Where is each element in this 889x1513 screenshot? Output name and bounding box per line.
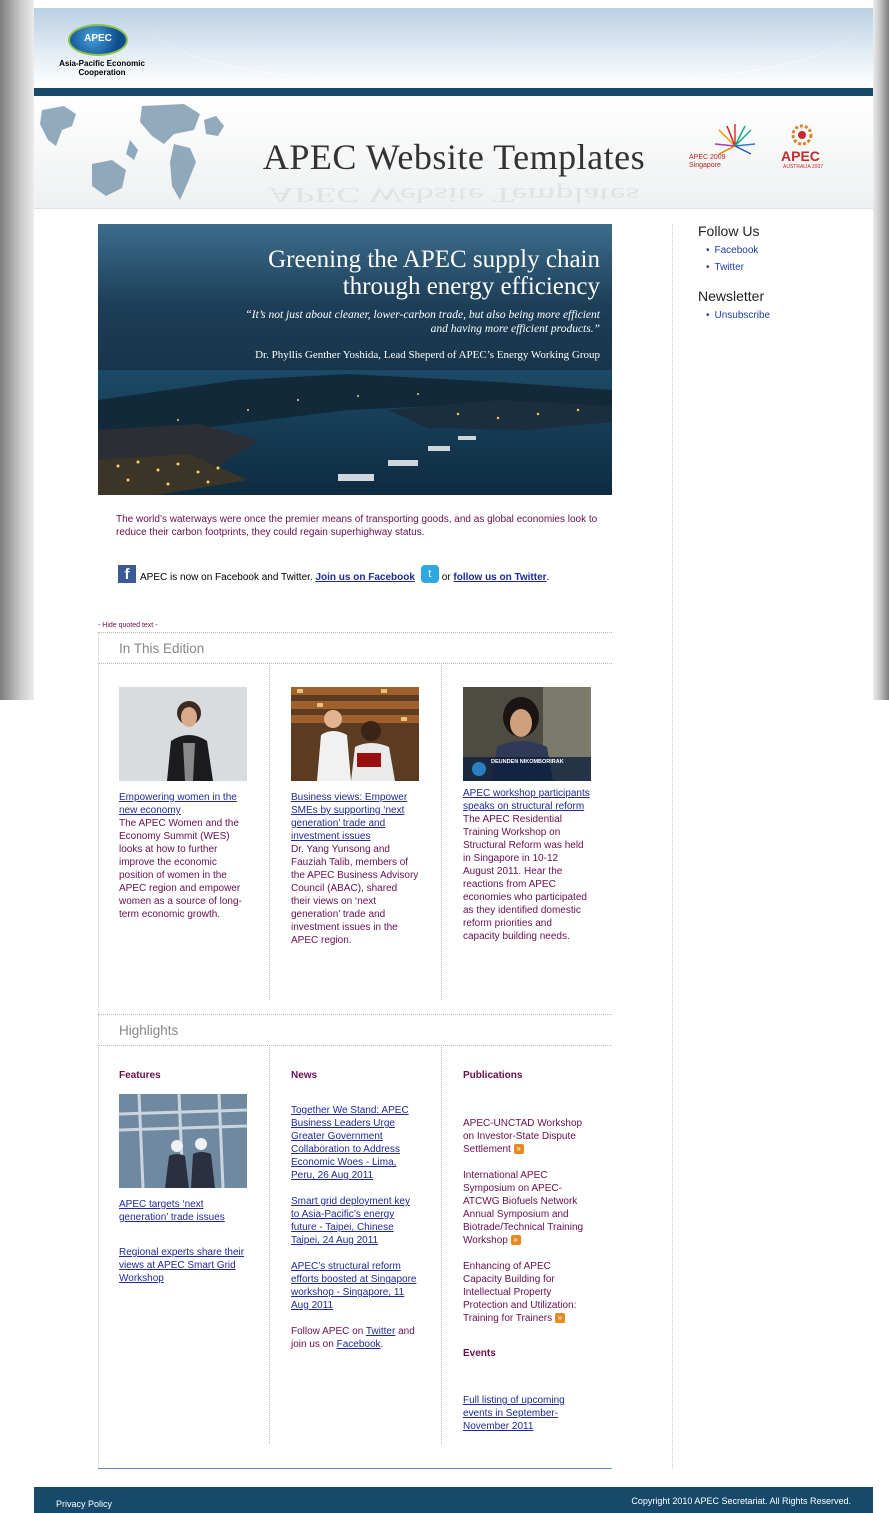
- banner-title: APEC Website Templates: [262, 137, 646, 177]
- publications-heading: Publications: [463, 1070, 523, 1081]
- features-heading: Features: [119, 1070, 161, 1081]
- sidebar-twitter-link[interactable]: Twitter: [706, 259, 868, 276]
- news-heading: News: [291, 1070, 318, 1081]
- edition-item-3-text: The APEC Residential Training Workshop o…: [463, 814, 587, 942]
- follow-us-heading: Follow Us: [698, 223, 760, 239]
- hero-banner[interactable]: Greening the APEC supply chain through en…: [98, 224, 612, 495]
- firework-icon: [714, 124, 756, 155]
- features-column: Features APEC targets ‘next generation’ …: [118, 1069, 248, 1285]
- news-twitter-link[interactable]: Twitter: [366, 1326, 395, 1337]
- news-link-2[interactable]: Smart grid deployment key to Asia-Pacifi…: [291, 1195, 419, 1247]
- flower-icon: [791, 124, 813, 146]
- sidebar-facebook-link[interactable]: Facebook: [706, 242, 868, 259]
- banner: APEC Website Templates APEC Website Temp…: [34, 96, 873, 209]
- download-arrow-icon[interactable]: »: [554, 1313, 565, 1324]
- news-facebook-link[interactable]: Facebook: [337, 1339, 381, 1350]
- publications-column: Publications APEC-UNCTAD Workshop on Inv…: [463, 1069, 591, 1433]
- edition-heading: In This Edition: [98, 632, 612, 664]
- apec-singapore-logo: APEC 2009 Singapore: [689, 122, 759, 172]
- business-people-photo[interactable]: [291, 687, 419, 781]
- copyright-text: Copyright 2010 APEC Secretariat. All Rig…: [631, 1496, 851, 1506]
- highlights-columns: Features APEC targets ‘next generation’ …: [98, 1047, 612, 1447]
- footer: Privacy Policy Copyright 2010 APEC Secre…: [34, 1487, 873, 1513]
- twitter-icon[interactable]: t: [420, 565, 439, 583]
- edition-item-1: Empowering women in the new economy The …: [119, 687, 247, 921]
- social-promo: f APEC is now on Facebook and Twitter. Jo…: [118, 565, 598, 589]
- edition-item-2: Business views: Empower SMEs by supporti…: [291, 687, 419, 947]
- woman-photo[interactable]: [119, 687, 247, 781]
- features-link-2[interactable]: Regional experts share their views at AP…: [119, 1246, 247, 1285]
- hero-title: Greening the APEC supply chain through en…: [268, 246, 600, 300]
- harbor-photo: [98, 370, 612, 495]
- follow-us-list: Facebook Twitter: [706, 242, 868, 276]
- intro-text: The world’s waterways were once the prem…: [116, 514, 598, 538]
- facebook-icon[interactable]: f: [118, 565, 136, 583]
- privacy-policy-link[interactable]: Privacy Policy: [56, 1499, 112, 1509]
- hero-byline: Dr. Phyllis Genther Yoshida, Lead Sheper…: [255, 349, 600, 361]
- unsubscribe-link[interactable]: Unsubscribe: [706, 307, 868, 324]
- features-link-1[interactable]: APEC targets ‘next generation’ trade iss…: [119, 1198, 247, 1224]
- header-top: APEC Asia-Pacific Economic Cooperation: [34, 8, 873, 88]
- news-column: News Together We Stand: APEC Business Le…: [291, 1069, 419, 1351]
- newsletter-list: Unsubscribe: [706, 307, 868, 324]
- apec-logo-icon: APEC: [68, 24, 128, 56]
- newsletter-page: APEC Asia-Pacific Economic Cooperation A…: [34, 0, 873, 1513]
- left-shadow: [0, 0, 34, 700]
- header-bar: [34, 88, 873, 96]
- edition-columns: Empowering women in the new economy The …: [98, 665, 612, 1015]
- edition-item-3-link[interactable]: APEC workshop participants speaks on str…: [463, 787, 591, 813]
- apec-australia-logo: APEC AUSTRALIA 2007: [777, 124, 827, 174]
- edition-item-3: DEUNDEN NIKOMBORIRAK APEC workshop parti…: [463, 687, 591, 943]
- apec-logo-text: Asia-Pacific Economic Cooperation: [59, 59, 145, 77]
- newsletter-heading: Newsletter: [698, 288, 765, 304]
- download-arrow-icon[interactable]: »: [513, 1144, 524, 1155]
- events-heading: Events: [463, 1348, 496, 1359]
- world-map-icon: [40, 104, 224, 200]
- banner-title-reflection: APEC Website Templates: [268, 183, 640, 207]
- content-bottom-rule: [98, 1468, 612, 1469]
- apec-logo[interactable]: APEC Asia-Pacific Economic Cooperation: [52, 24, 152, 84]
- news-link-3[interactable]: APEC’s structural reform efforts boosted…: [291, 1260, 419, 1312]
- hero-quote: “It’s not just about cleaner, lower-carb…: [245, 309, 600, 335]
- publication-item-3: Enhancing of APEC Capacity Building for …: [463, 1261, 577, 1324]
- sidebar: Follow Us Facebook Twitter Newsletter Un…: [698, 223, 868, 336]
- video-caption: DEUNDEN NIKOMBORIRAK: [491, 759, 564, 765]
- edition-item-2-text: Dr. Yang Yunsong and Fauziah Talib, memb…: [291, 844, 419, 946]
- events-listing-link[interactable]: Full listing of upcoming events in Septe…: [463, 1394, 591, 1433]
- edition-item-1-text: The APEC Women and the Economy Summit (W…: [119, 818, 242, 920]
- news-follow-text: Follow APEC on Twitter and join us on Fa…: [291, 1326, 415, 1350]
- download-arrow-icon[interactable]: »: [510, 1235, 521, 1246]
- follow-twitter-link[interactable]: follow us on Twitter: [453, 572, 546, 583]
- join-facebook-link[interactable]: Join us on Facebook: [315, 572, 414, 583]
- news-link-1[interactable]: Together We Stand: APEC Business Leaders…: [291, 1104, 419, 1182]
- publication-item-2: International APEC Symposium on APEC-ATC…: [463, 1170, 584, 1246]
- industrial-workers-photo[interactable]: [118, 1093, 248, 1189]
- edition-item-2-link[interactable]: Business views: Empower SMEs by supporti…: [291, 791, 419, 843]
- highlights-heading: Highlights: [98, 1014, 612, 1046]
- hide-quoted-text[interactable]: - Hide quoted text -: [98, 622, 158, 629]
- interview-video-thumb[interactable]: DEUNDEN NIKOMBORIRAK: [463, 687, 591, 781]
- publication-item-1: APEC-UNCTAD Workshop on Investor-State D…: [463, 1118, 583, 1155]
- edition-item-1-link[interactable]: Empowering women in the new economy: [119, 791, 247, 817]
- right-shadow: [873, 0, 889, 700]
